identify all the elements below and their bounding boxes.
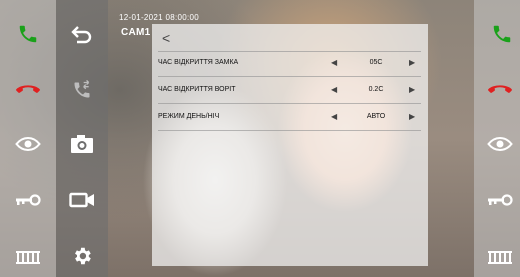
settings-panel: < ЧАС ВІДКРИТТЯ ЗАМКА ◀ 05С ▶ ЧАС ВІДКРИ… <box>152 24 428 266</box>
left-button-rail <box>0 0 56 277</box>
key-icon <box>16 194 41 206</box>
snapshot-button[interactable] <box>62 124 102 164</box>
phone-hangup-icon <box>16 85 40 93</box>
setting-value: 05С <box>369 59 383 66</box>
back-button[interactable] <box>62 14 102 54</box>
video-record-icon <box>69 192 94 208</box>
gate-icon <box>16 251 40 264</box>
phone-accept-icon <box>493 25 511 43</box>
open-gate-button[interactable] <box>8 236 48 276</box>
eye-icon <box>487 136 513 152</box>
increase-arrow-icon[interactable]: ▶ <box>409 58 415 67</box>
unlock-door-button-right[interactable] <box>480 180 520 220</box>
setting-label: РЕЖИМ ДЕНЬ/НІЧ <box>158 113 220 120</box>
answer-call-button-right[interactable] <box>482 14 520 54</box>
back-arrow-icon <box>71 26 92 44</box>
hang-up-button-right[interactable] <box>480 70 520 110</box>
setting-value: 0.2С <box>368 86 384 93</box>
eye-icon <box>15 136 41 152</box>
gate-icon <box>488 251 512 264</box>
right-button-rail <box>474 0 520 277</box>
function-toolbar <box>56 0 108 277</box>
key-icon <box>488 194 513 206</box>
settings-button[interactable] <box>62 236 102 276</box>
call-transfer-button[interactable] <box>62 70 102 110</box>
monitor-button[interactable] <box>8 124 48 164</box>
setting-row-lock-time: ЧАС ВІДКРИТТЯ ЗАМКА ◀ 05С ▶ <box>158 52 421 77</box>
camera-icon <box>71 135 93 153</box>
osd-camera-name: CAM1 <box>121 27 151 38</box>
call-transfer-icon <box>74 80 90 98</box>
setting-value: АВТО <box>366 113 386 120</box>
monitor-button-right[interactable] <box>480 124 520 164</box>
panel-back-button[interactable]: < <box>162 30 170 46</box>
decrease-arrow-icon[interactable]: ◀ <box>331 112 337 121</box>
hang-up-button[interactable] <box>8 70 48 110</box>
decrease-arrow-icon[interactable]: ◀ <box>331 85 337 94</box>
decrease-arrow-icon[interactable]: ◀ <box>331 58 337 67</box>
increase-arrow-icon[interactable]: ▶ <box>409 112 415 121</box>
osd-datetime: 12-01-2021 08:00:00 <box>119 13 199 22</box>
phone-hangup-icon <box>488 85 512 93</box>
setting-row-gate-time: ЧАС ВІДКРИТТЯ ВОРІТ ◀ 0.2С ▶ <box>158 79 421 104</box>
answer-call-button[interactable] <box>8 14 48 54</box>
record-video-button[interactable] <box>62 180 102 220</box>
unlock-door-button[interactable] <box>8 180 48 220</box>
setting-label: ЧАС ВІДКРИТТЯ ЗАМКА <box>158 59 239 66</box>
setting-label: ЧАС ВІДКРИТТЯ ВОРІТ <box>158 86 236 93</box>
setting-row-day-night: РЕЖИМ ДЕНЬ/НІЧ ◀ АВТО ▶ <box>158 106 421 131</box>
increase-arrow-icon[interactable]: ▶ <box>409 85 415 94</box>
open-gate-button-right[interactable] <box>480 236 520 276</box>
phone-accept-icon <box>19 25 37 43</box>
gear-icon <box>75 247 91 265</box>
